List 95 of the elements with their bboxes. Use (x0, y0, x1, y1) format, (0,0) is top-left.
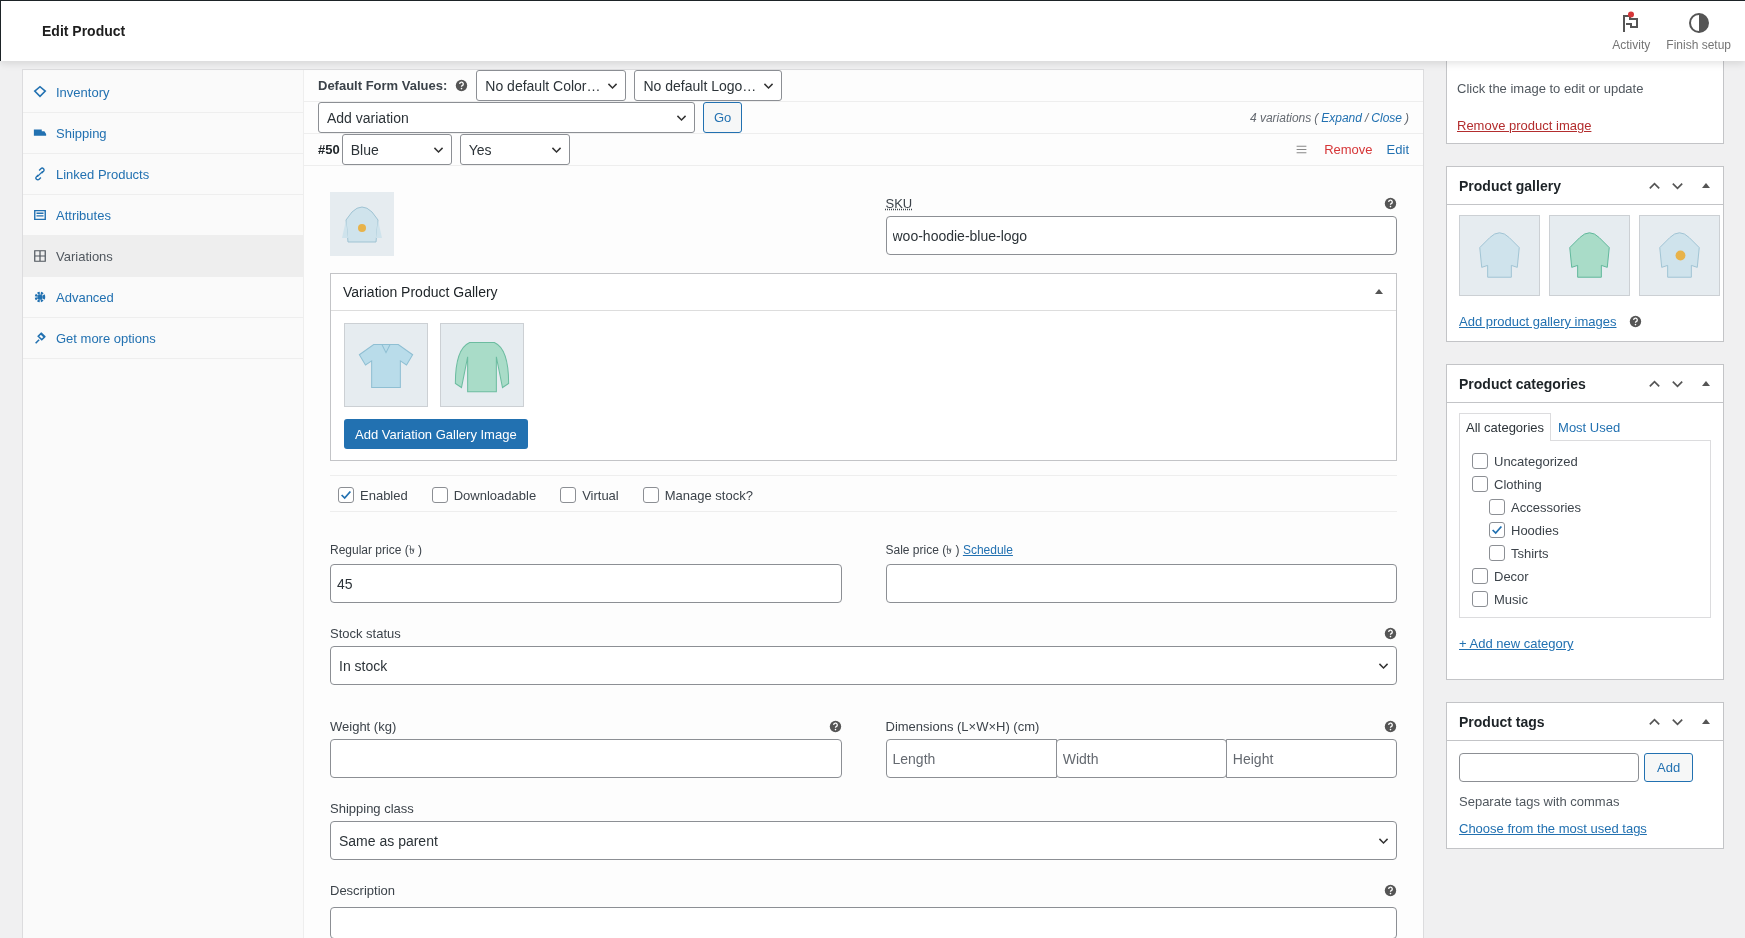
expand-link[interactable]: Expand (1321, 110, 1362, 125)
header-action[interactable]: Finish setup (1660, 6, 1737, 56)
checkbox-label: Manage stock? (664, 487, 753, 503)
add-gallery-images-link[interactable]: Add product gallery images (1459, 314, 1617, 329)
separator-text: / (1364, 110, 1369, 125)
checkbox[interactable] (1472, 476, 1488, 492)
checkbox[interactable] (1472, 453, 1488, 469)
grid-icon (33, 249, 47, 263)
select-dropdown[interactable]: Add variation (318, 102, 695, 133)
box-title: Product categories (1459, 375, 1586, 392)
field-label: Stock status (330, 625, 401, 641)
category-label: Clothing (1494, 476, 1542, 492)
field-label: Default Form Values: (318, 78, 448, 93)
link-icon (33, 167, 47, 181)
nav-tab[interactable]: Inventory (23, 72, 303, 113)
variation-count: 4 variations (1249, 110, 1312, 125)
dimension-field[interactable]: Height (1225, 739, 1397, 778)
dimension-field[interactable]: Length (885, 739, 1057, 778)
checkbox[interactable] (1489, 545, 1505, 561)
shipping-class-select[interactable]: Same as parent (330, 821, 1397, 860)
help-icon (1384, 626, 1397, 640)
bracket-text: ( (1314, 110, 1319, 125)
add-gallery-image-button[interactable]: Add Variation Gallery Image (344, 419, 528, 449)
header-action[interactable]: Activity (1606, 6, 1657, 56)
box-title: Product tags (1459, 713, 1545, 730)
checkbox-label: Virtual (582, 487, 619, 503)
field-label: Description (330, 882, 396, 898)
field-label: Weight (kg) (330, 718, 397, 734)
edit-link[interactable]: Edit (1386, 142, 1409, 157)
help-icon (1628, 315, 1642, 328)
schedule-link[interactable]: Schedule (962, 543, 1013, 557)
category-label: Accessories (1511, 499, 1582, 515)
hint-text: Click the image to edit or update (1457, 81, 1644, 96)
category-tab[interactable]: Most Used (1551, 413, 1628, 441)
checkbox[interactable] (560, 487, 577, 503)
help-icon (828, 719, 842, 733)
checkbox-label: Downloadable (453, 487, 537, 503)
category-label: Decor (1494, 568, 1529, 584)
stock-status-select[interactable]: In stock (330, 646, 1397, 685)
remove-link[interactable]: Remove (1324, 142, 1373, 157)
checkbox-label: Enabled (360, 487, 408, 503)
help-icon (1384, 719, 1397, 733)
checkbox[interactable] (642, 487, 659, 503)
field-label: Regular price (৳ ) (330, 542, 423, 559)
list-icon (33, 208, 47, 222)
field-label: Shipping class (330, 800, 414, 816)
dimension-field[interactable]: Width (1055, 739, 1227, 778)
field-label: Sale price (৳ ) (885, 543, 960, 557)
select-dropdown[interactable]: No default Logo… (634, 70, 783, 101)
box-title: Product gallery (1459, 177, 1561, 194)
drag-handle-icon[interactable] (1295, 143, 1309, 156)
category-label: Hoodies (1511, 522, 1559, 538)
category-tab[interactable]: All categories (1459, 413, 1552, 441)
tag-icon (33, 85, 47, 99)
category-label: Tshirts (1511, 545, 1549, 561)
checkbox[interactable] (338, 487, 354, 503)
attribute-select[interactable]: Blue (341, 134, 452, 165)
field-label: SKU (885, 195, 913, 211)
checkbox[interactable] (431, 487, 448, 503)
gear-icon (33, 290, 47, 304)
most-used-tags-link[interactable]: Choose from the most used tags (1459, 821, 1647, 836)
collapse-icon[interactable] (1374, 287, 1384, 297)
sku-field[interactable]: woo-hoodie-blue-logo (885, 216, 1397, 255)
go-button[interactable]: Go (703, 102, 743, 133)
checkbox[interactable] (1472, 591, 1488, 607)
checkbox[interactable] (1489, 499, 1505, 515)
select-dropdown[interactable]: No default Color… (476, 70, 627, 101)
page-title: Edit Product (42, 23, 126, 39)
close-link[interactable]: Close (1371, 110, 1402, 125)
nav-tab[interactable]: Linked Products (23, 154, 303, 195)
add-category-link[interactable]: + Add new category (1459, 636, 1574, 651)
weight-field[interactable] (330, 739, 842, 778)
hint-text: Separate tags with commas (1459, 794, 1620, 809)
checkbox[interactable] (1489, 522, 1505, 538)
nav-tab[interactable]: Get more options (23, 318, 303, 359)
help-icon (455, 79, 469, 92)
variation-number: #50 (318, 142, 340, 157)
tag-field[interactable] (1459, 753, 1639, 782)
field-label: Dimensions (L×W×H) (cm) (885, 718, 1040, 734)
help-icon (1384, 196, 1397, 210)
nav-tab[interactable]: Shipping (23, 113, 303, 154)
nav-tab[interactable]: Advanced (23, 277, 303, 318)
sale-price-field[interactable] (885, 564, 1397, 603)
nav-tab[interactable]: Variations (23, 236, 303, 277)
bracket-text: ) (1405, 110, 1409, 125)
description-field[interactable] (330, 907, 1397, 938)
attribute-select[interactable]: Yes (459, 134, 570, 165)
help-icon (1384, 883, 1397, 897)
category-label: Music (1494, 591, 1528, 607)
category-label: Uncategorized (1494, 453, 1578, 469)
regular-price-field[interactable]: 45 (330, 564, 842, 603)
section-title: Variation Product Gallery (343, 284, 498, 300)
checkbox[interactable] (1472, 568, 1488, 584)
add-tag-button[interactable]: Add (1644, 753, 1694, 782)
remove-image-link[interactable]: Remove product image (1457, 118, 1592, 133)
